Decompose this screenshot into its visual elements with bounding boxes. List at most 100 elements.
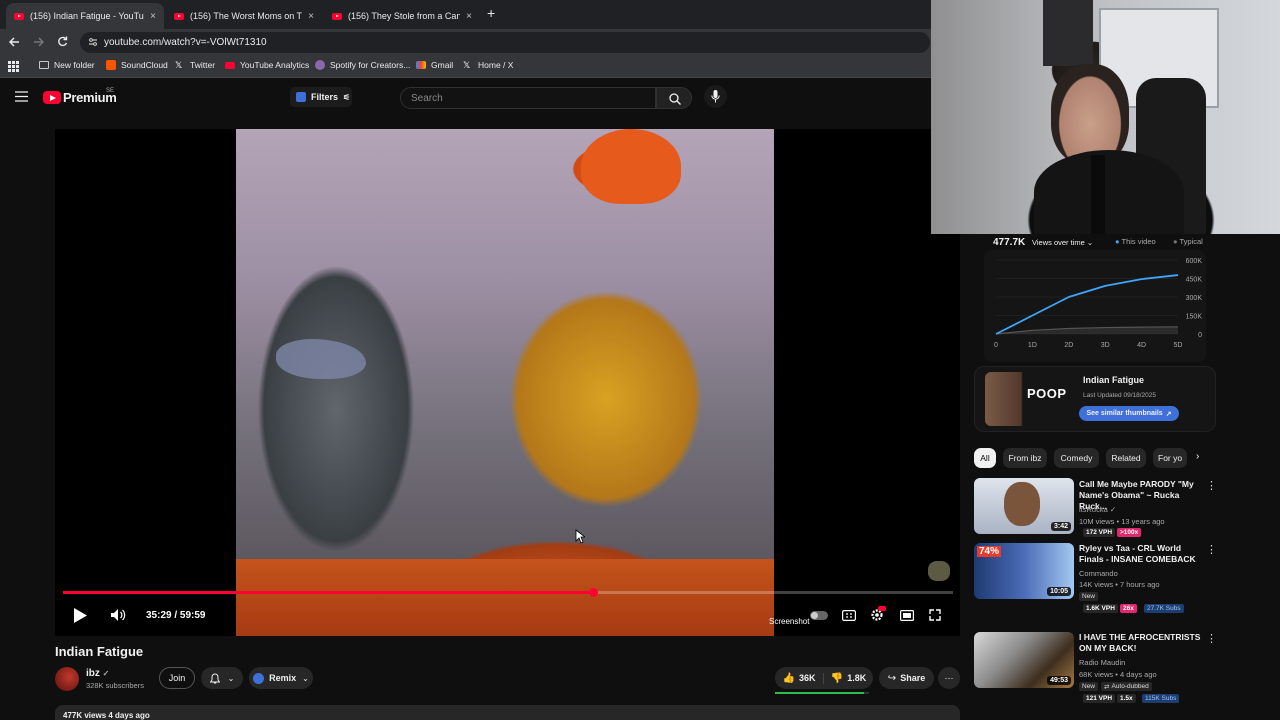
search-input[interactable]: Search: [400, 87, 656, 109]
verified-icon: ✓: [102, 669, 110, 678]
video-duration: 3:42: [1050, 522, 1071, 531]
bookmark-label: Twitter: [190, 60, 216, 70]
description-box[interactable]: 477K views 4 days ago: [55, 705, 960, 720]
subscriber-count: 328K subscribers: [86, 681, 144, 690]
soundcloud-icon: [106, 60, 116, 70]
video-player[interactable]: 35:29 / 59:59 Screenshot: [55, 129, 960, 636]
apps-grid-icon[interactable]: [8, 61, 19, 72]
remix-button[interactable]: Remix ⌄: [249, 667, 313, 689]
bookmark-label: Gmail: [431, 60, 454, 70]
x-tick-label: 0: [994, 342, 998, 349]
rec-title[interactable]: Ryley vs Taa - CRL World Finals - INSANE…: [1079, 543, 1204, 565]
microphone-arm: [1091, 155, 1105, 234]
legend-typical-label: Typical: [1179, 237, 1203, 246]
bookmark-label: Spotify for Creators...: [330, 60, 411, 70]
see-similar-thumbnails-button[interactable]: See similar thumbnails ↗: [1079, 406, 1179, 421]
rec-channel[interactable]: Radio Maudin: [1079, 658, 1125, 667]
subs-badge: 115K Subs: [1142, 694, 1180, 703]
fullscreen-icon[interactable]: [929, 609, 941, 621]
join-button[interactable]: Join: [159, 667, 195, 689]
chip-all[interactable]: All: [974, 448, 996, 468]
translate-icon: ⇄: [1104, 683, 1110, 691]
more-horizontal-icon: ⋯: [944, 672, 954, 683]
browser-tab[interactable]: (156) The Worst Moms on TikTok ×: [166, 3, 322, 29]
rec-thumbnail[interactable]: 74% 10:05: [974, 543, 1074, 599]
rec-channel[interactable]: Commando: [1079, 569, 1118, 578]
more-vertical-icon[interactable]: ⋮: [1206, 543, 1217, 556]
voice-search-button[interactable]: [704, 85, 727, 108]
site-info-icon[interactable]: [88, 37, 98, 47]
volume-icon[interactable]: [110, 608, 126, 622]
theater-mode-icon[interactable]: [900, 610, 914, 621]
x-tick-label: 5D: [1174, 342, 1183, 349]
back-arrow-icon[interactable]: [9, 37, 20, 47]
rec-thumbnail[interactable]: 3:42: [974, 478, 1074, 534]
bookmark-youtube-analytics[interactable]: YouTube Analytics: [225, 60, 309, 70]
youtube-logo-icon[interactable]: [43, 91, 61, 104]
more-vertical-icon[interactable]: ⋮: [1206, 479, 1217, 492]
microphone-icon: [711, 90, 720, 103]
x-logo-icon: 𝕏: [175, 60, 183, 70]
gmail-icon: [416, 61, 426, 69]
bookmark-new-folder[interactable]: New folder: [39, 60, 95, 70]
notifications-button[interactable]: ⌄: [201, 667, 243, 689]
url-text: youtube.com/watch?v=-VOlWt71310: [104, 37, 267, 48]
channel-watermark[interactable]: [928, 561, 950, 581]
search-button[interactable]: [656, 87, 692, 109]
like-button[interactable]: 👍 36K: [775, 672, 824, 684]
outlier-badge: >100x: [1117, 528, 1142, 537]
chip-related[interactable]: Related: [1106, 448, 1146, 468]
more-vertical-icon[interactable]: ⋮: [1206, 632, 1217, 645]
channel-name-row[interactable]: ibz ✓: [86, 668, 109, 679]
bookmark-label: YouTube Analytics: [240, 60, 310, 70]
bookmark-gmail[interactable]: Gmail: [416, 60, 453, 70]
video-frame[interactable]: [236, 129, 774, 636]
thumbnail-preview[interactable]: POOP: [985, 372, 1075, 426]
video-duration: 10:05: [1047, 587, 1071, 596]
rec-thumbnail[interactable]: 49:53: [974, 632, 1074, 688]
rec-title[interactable]: I HAVE THE AFROCENTRISTS ON MY BACK!: [1079, 632, 1204, 654]
close-tab-icon[interactable]: ×: [308, 11, 314, 22]
chip-comedy[interactable]: Comedy: [1054, 448, 1099, 468]
chip-from-ibz[interactable]: From ibz: [1003, 448, 1047, 468]
reload-icon[interactable]: [57, 36, 68, 47]
channel-avatar[interactable]: [55, 667, 79, 691]
progress-bar[interactable]: [63, 588, 953, 597]
progress-fill: [63, 591, 594, 594]
bookmark-label: SoundCloud: [121, 60, 168, 70]
close-tab-icon[interactable]: ×: [466, 11, 472, 22]
address-bar[interactable]: youtube.com/watch?v=-VOlWt71310: [80, 32, 930, 53]
metric-dropdown[interactable]: Views over time ⌄: [1032, 238, 1093, 247]
video-title: Indian Fatigue: [55, 644, 144, 659]
youtube-favicon-icon: [174, 12, 184, 20]
chip-for-you[interactable]: For yo: [1153, 448, 1187, 468]
bookmark-home-x[interactable]: 𝕏 Home / X: [463, 60, 513, 70]
bookmark-spotify[interactable]: Spotify for Creators...: [315, 60, 410, 70]
rec-meta: 14K views • 7 hours ago: [1079, 580, 1160, 589]
youtube-favicon-icon: [14, 12, 24, 20]
rec-meta: 68K views • 4 days ago: [1079, 670, 1157, 679]
filters-button[interactable]: Filters ⚟: [290, 87, 352, 107]
browser-tab[interactable]: (156) They Stole from a Cancer ×: [324, 3, 480, 29]
browser-tab[interactable]: (156) Indian Fatigue - YouTube ×: [6, 3, 164, 29]
legend-typical: ● Typical: [1173, 237, 1203, 246]
share-button[interactable]: ↪ Share: [879, 667, 934, 689]
autoplay-toggle[interactable]: [810, 611, 828, 620]
more-actions-button[interactable]: ⋯: [938, 667, 960, 689]
time-display: 35:29 / 59:59: [146, 610, 206, 621]
bookmark-soundcloud[interactable]: SoundCloud: [106, 60, 168, 70]
remix-label: Remix: [269, 673, 297, 683]
new-tab-button[interactable]: +: [487, 5, 495, 21]
close-tab-icon[interactable]: ×: [150, 11, 156, 22]
play-icon[interactable]: [73, 607, 88, 624]
y-tick-label: 0: [1198, 332, 1202, 339]
captions-icon[interactable]: [842, 610, 856, 621]
forward-arrow-icon[interactable]: [33, 37, 44, 47]
youtube-header: Premium SE Filters ⚟ Search: [0, 79, 960, 119]
dislike-button[interactable]: 👎 1.8K: [824, 673, 873, 684]
rec-channel-row[interactable]: itsRucka ✓: [1079, 505, 1116, 514]
chevron-right-icon[interactable]: ›: [1196, 451, 1199, 462]
hamburger-menu-icon[interactable]: [15, 91, 28, 102]
bookmark-twitter[interactable]: 𝕏 Twitter: [175, 60, 215, 70]
new-badge: New: [1079, 682, 1099, 691]
